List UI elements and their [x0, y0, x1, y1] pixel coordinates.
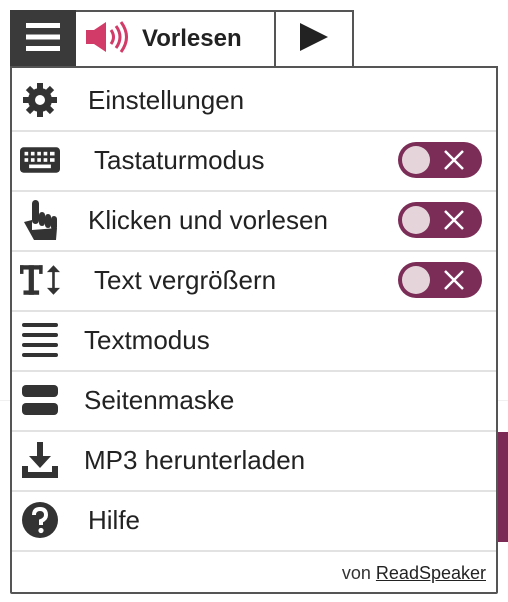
menu-item-page-mask-label: Seitenmaske [84, 384, 235, 415]
menu-item-download-mp3[interactable]: MP3 herunterladen [12, 430, 496, 490]
footer-prefix: von [341, 563, 371, 583]
toggle-knob [402, 206, 430, 234]
listen-label: Vorlesen [142, 25, 242, 52]
hamburger-icon [26, 22, 60, 56]
menu-item-help-label: Hilfe [88, 504, 141, 535]
menu-item-page-mask[interactable]: Seitenmaske [12, 370, 496, 430]
close-icon [442, 148, 466, 172]
menu-item-help[interactable]: Hilfe [12, 490, 496, 550]
readspeaker-toolbar: Vorlesen [10, 10, 354, 68]
menu-separator [12, 550, 496, 552]
text-size-icon [20, 262, 60, 298]
menu-footer: von ReadSpeaker [342, 563, 486, 584]
menu-item-click-and-read-label: Klicken und vorlesen [88, 204, 328, 235]
menu-item-download-mp3-label: MP3 herunterladen [84, 444, 306, 475]
keyboard-icon [20, 142, 60, 178]
listen-button[interactable]: Vorlesen [76, 12, 276, 66]
menu-item-enlarge-text[interactable]: Text vergrößern [12, 250, 496, 310]
click-and-read-toggle[interactable] [398, 202, 482, 238]
play-icon [298, 21, 330, 58]
menu-item-text-mode-label: Textmodus [84, 324, 210, 355]
menu-item-keyboard-mode-label: Tastaturmodus [94, 144, 265, 175]
menu-item-text-mode[interactable]: Textmodus [12, 310, 496, 370]
toggle-knob [402, 266, 430, 294]
enlarge-text-toggle[interactable] [398, 262, 482, 298]
menu-item-settings[interactable]: Einstellungen [12, 70, 496, 130]
play-button[interactable] [276, 12, 352, 66]
readspeaker-menu: Einstellungen Tastaturmodus Klicken und … [10, 66, 498, 594]
help-icon [20, 502, 60, 538]
text-lines-icon [20, 322, 60, 358]
keyboard-mode-toggle[interactable] [398, 142, 482, 178]
gear-icon [20, 82, 60, 118]
close-icon [442, 208, 466, 232]
readspeaker-link[interactable]: ReadSpeaker [376, 563, 486, 583]
menu-item-settings-label: Einstellungen [88, 84, 245, 115]
download-icon [20, 442, 60, 478]
menu-item-enlarge-text-label: Text vergrößern [94, 264, 277, 295]
page-mask-icon [20, 382, 60, 418]
close-icon [442, 268, 466, 292]
toggle-knob [402, 146, 430, 174]
menu-button[interactable] [10, 10, 76, 68]
menu-item-keyboard-mode[interactable]: Tastaturmodus [12, 130, 496, 190]
menu-item-click-and-read[interactable]: Klicken und vorlesen [12, 190, 496, 250]
pointer-hand-icon [20, 200, 60, 240]
speaker-icon [86, 20, 130, 59]
